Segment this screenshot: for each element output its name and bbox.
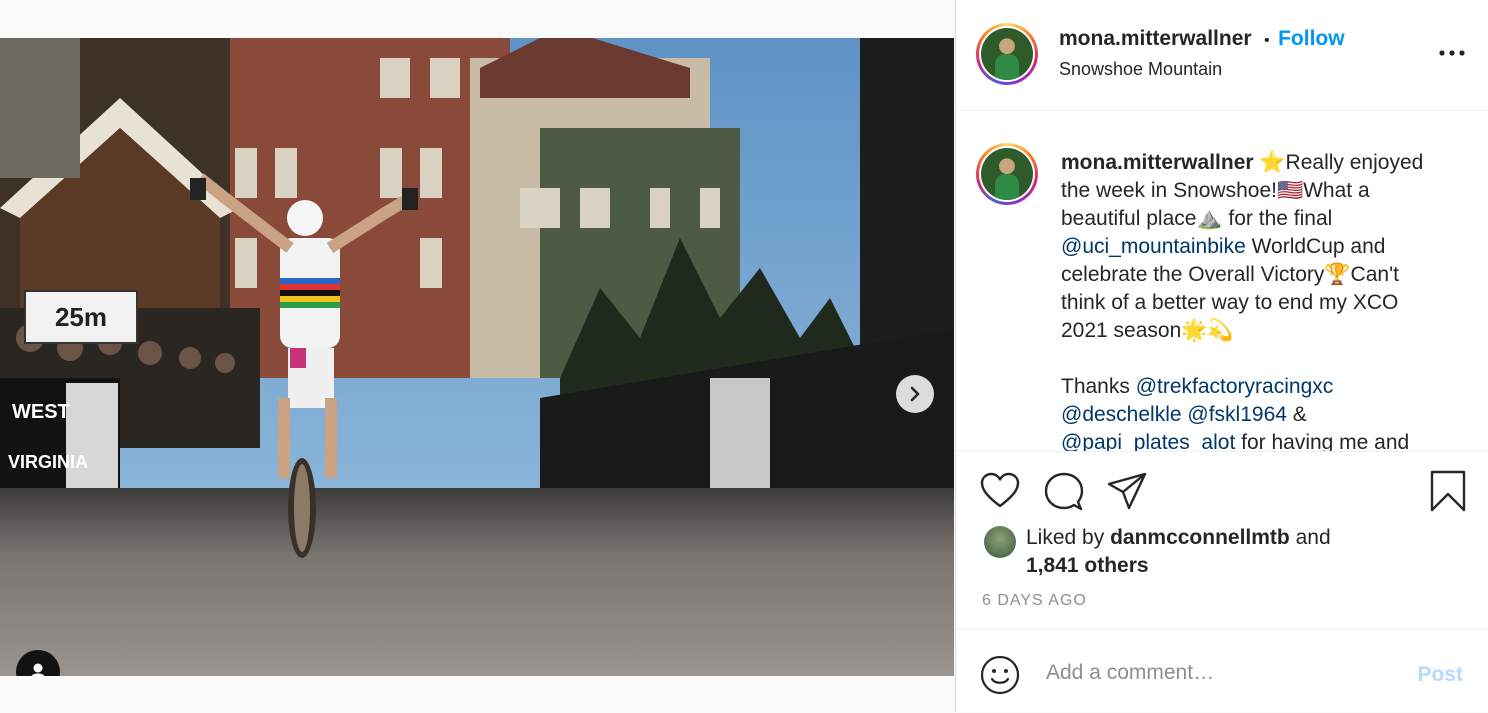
post-side-panel: mona.mitterwallner • Follow Snowshoe Mou… [955, 0, 1488, 712]
likes-prefix: Liked by [1026, 526, 1111, 549]
post-location[interactable]: Snowshoe Mountain [1059, 59, 1222, 80]
bookmark-icon [1430, 470, 1466, 512]
more-options-button[interactable] [1439, 44, 1465, 62]
save-button[interactable] [1430, 470, 1466, 517]
caption-tail: for having me and [1235, 431, 1410, 452]
follow-button[interactable]: Follow [1278, 27, 1345, 50]
post-header: mona.mitterwallner • Follow Snowshoe Mou… [956, 0, 1488, 111]
mention-uci[interactable]: @uci_mountainbike [1061, 235, 1246, 258]
mention-papi[interactable]: @papi_plates_alot [1061, 431, 1235, 451]
like-button[interactable] [980, 472, 1020, 515]
caption-line-1: ⭐Really enjoyed [1259, 151, 1424, 174]
post-photo: WEST VIRGINIA [0, 38, 954, 676]
distance-sign: 25m [24, 290, 138, 344]
caption-section: mona.mitterwallner ⭐Really enjoyed the w… [956, 111, 1488, 452]
emoji-icon [980, 655, 1020, 695]
emoji-button[interactable] [980, 655, 1020, 700]
comment-button[interactable] [1044, 472, 1084, 517]
action-bar [956, 452, 1488, 532]
caption-username[interactable]: mona.mitterwallner [1061, 151, 1254, 174]
caption-line-4: WorldCup and [1245, 235, 1386, 258]
post-timestamp[interactable]: 6 DAYS AGO [982, 592, 1087, 610]
post-comment-button[interactable]: Post [1417, 663, 1463, 687]
share-icon [1107, 472, 1147, 510]
caption-text: mona.mitterwallner ⭐Really enjoyed the w… [1061, 149, 1471, 452]
mention-deschelkle[interactable]: @deschelkle [1061, 403, 1182, 426]
post-media[interactable]: WEST VIRGINIA 25m [0, 38, 954, 676]
caption-author-avatar[interactable] [976, 143, 1038, 205]
separator-dot: • [1264, 32, 1270, 49]
heart-icon [980, 472, 1020, 508]
next-image-button[interactable] [896, 375, 934, 413]
caption-line-7: 2021 season🌟💫 [1061, 319, 1234, 342]
user-tag-icon [31, 663, 45, 676]
mention-fskl[interactable]: @fskl1964 [1187, 403, 1287, 426]
caption-thanks: Thanks [1061, 375, 1136, 398]
share-button[interactable] [1107, 472, 1147, 515]
likes-count[interactable]: 1,841 others [1026, 554, 1149, 577]
likes-middle: and [1289, 526, 1331, 549]
more-options-icon [1439, 50, 1465, 56]
liker-avatar[interactable] [984, 526, 1016, 558]
comment-input[interactable]: Add a comment… [1046, 661, 1214, 685]
chevron-right-icon [910, 386, 920, 402]
liker-username[interactable]: danmcconnellmtb [1110, 526, 1290, 549]
svg-text:VIRGINIA: VIRGINIA [8, 452, 88, 472]
caption-line-2: the week in Snowshoe!🇺🇸What a [1061, 179, 1370, 202]
caption-line-5: celebrate the Overall Victory🏆Can't [1061, 263, 1399, 286]
mention-trek[interactable]: @trekfactoryracingxc [1136, 375, 1334, 398]
caption-line-3: beautiful place⛰️ for the final [1061, 207, 1333, 230]
comment-bar: Add a comment… Post [956, 628, 1488, 713]
caption-ampersand: & [1286, 403, 1307, 426]
caption-line-6: think of a better way to end my XCO [1061, 291, 1399, 314]
comment-icon [1044, 472, 1084, 511]
author-username[interactable]: mona.mitterwallner [1059, 27, 1252, 50]
author-avatar[interactable] [976, 23, 1038, 85]
svg-text:WEST: WEST [12, 401, 70, 423]
